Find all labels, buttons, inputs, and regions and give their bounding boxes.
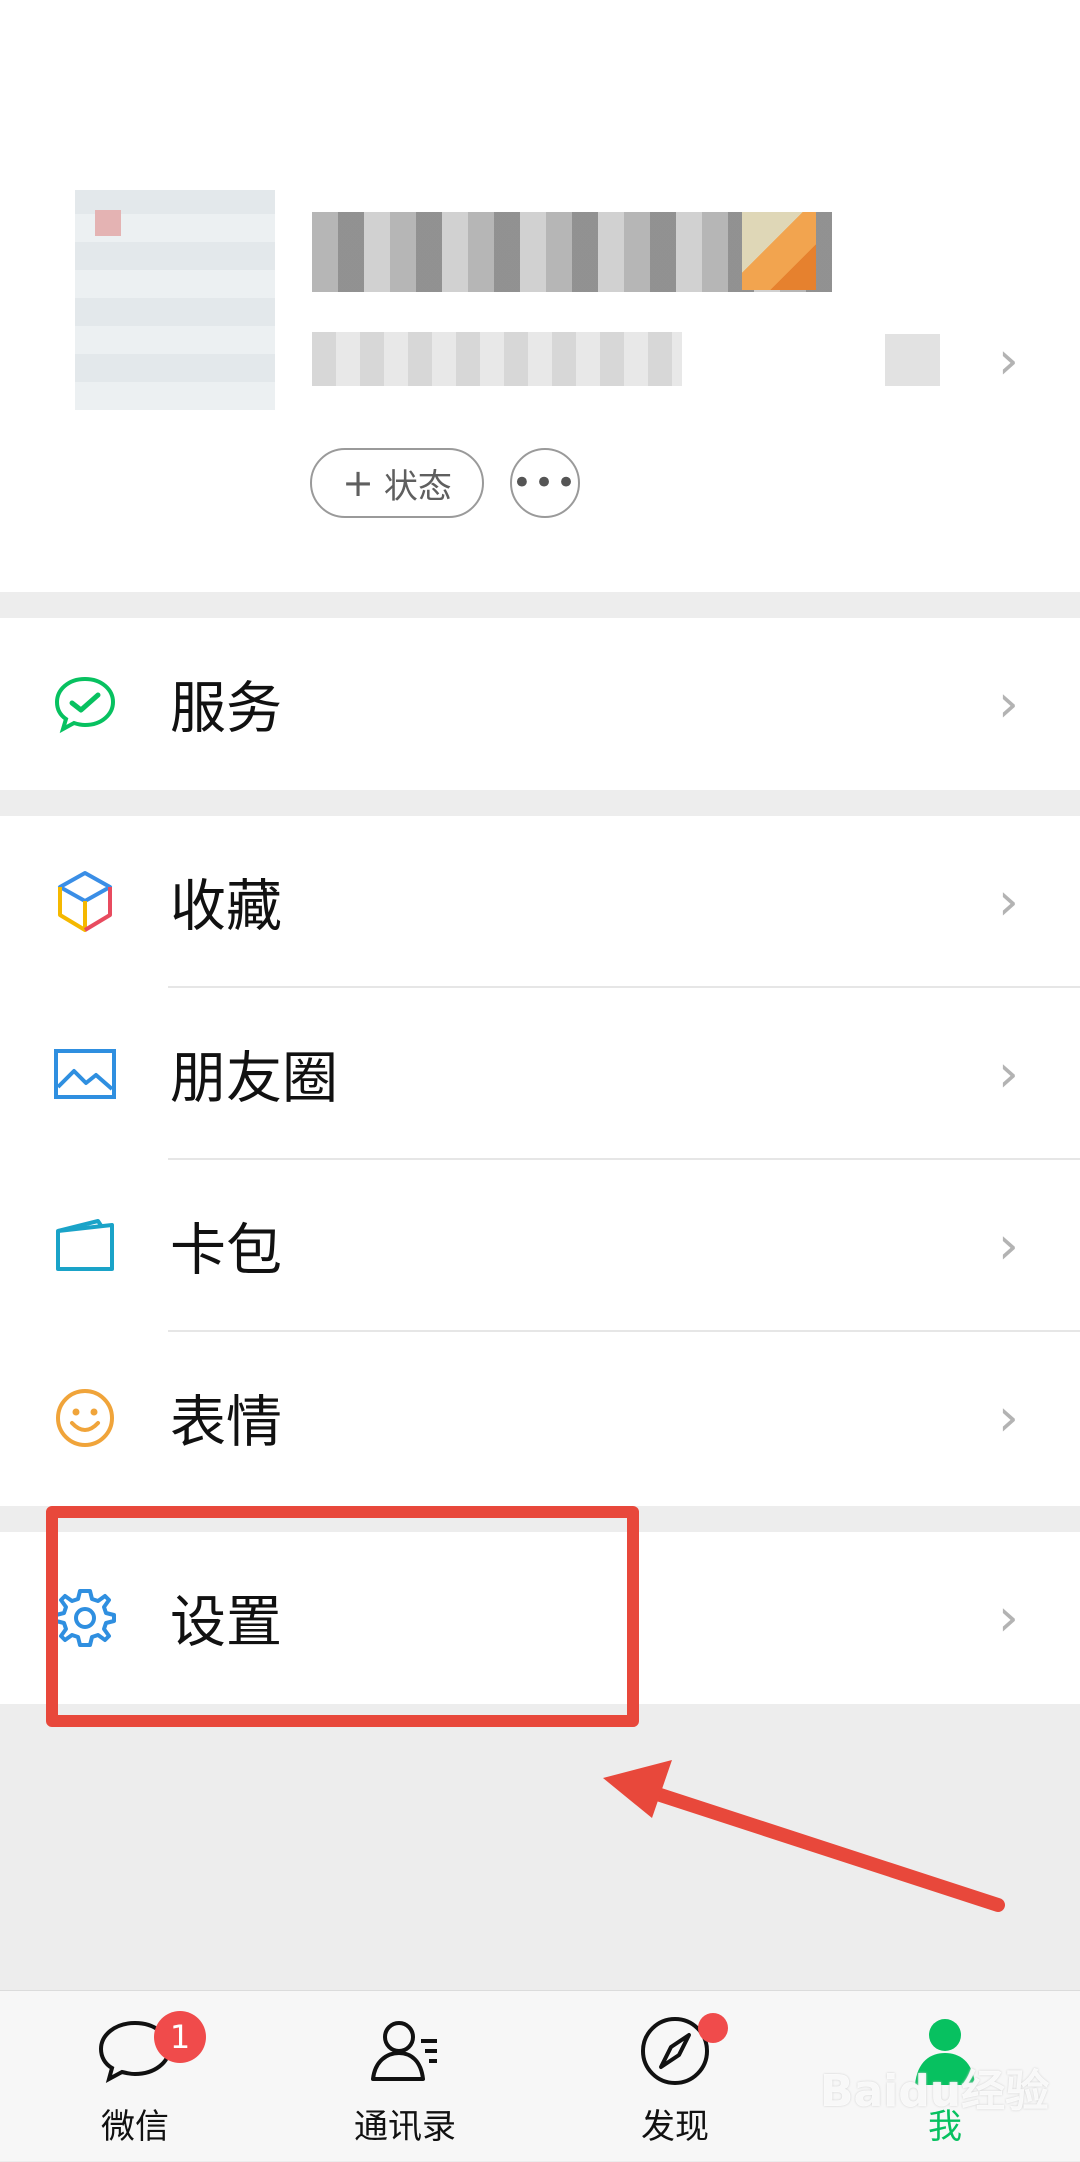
favorites-cube-icon [58, 871, 112, 932]
menu-item-label: 朋友圈 [170, 1046, 338, 1112]
card-wallet-icon [56, 1219, 114, 1271]
highlight-box [46, 1506, 639, 1727]
more-button[interactable]: ••• [510, 448, 580, 518]
profile-name-emoji-blurred [742, 212, 816, 290]
smiley-icon [56, 1389, 114, 1447]
chevron-right-icon: › [998, 674, 1019, 734]
menu-item-label: 表情 [170, 1390, 282, 1456]
chevron-right-icon: › [998, 1588, 1019, 1648]
chevron-right-icon: › [998, 331, 1019, 391]
tab-contacts[interactable]: 通讯录 [270, 1991, 540, 2162]
menu-item-favorites[interactable]: 收藏 › [0, 816, 1080, 988]
add-status-button[interactable]: + 状态 [310, 448, 484, 518]
menu-item-stickers[interactable]: 表情 › [0, 1332, 1080, 1504]
tab-discover[interactable]: 发现 [540, 1991, 810, 2162]
menu-item-label: 卡包 [170, 1218, 282, 1284]
chevron-right-icon: › [998, 1044, 1019, 1104]
menu-item-moments[interactable]: 朋友圈 › [0, 988, 1080, 1160]
chevron-right-icon: › [998, 872, 1019, 932]
menu-item-label: 服务 [170, 676, 282, 742]
tab-label: 发现 [641, 2107, 709, 2147]
contacts-icon [371, 2021, 437, 2081]
tab-chats[interactable]: 1 微信 [0, 1991, 270, 2162]
new-content-dot [698, 2013, 728, 2043]
menu-item-label: 收藏 [170, 874, 282, 940]
menu-item-cards[interactable]: 卡包 › [0, 1160, 1080, 1332]
chevron-right-icon: › [998, 1216, 1019, 1276]
watermark: Baidu经验 [820, 2066, 1050, 2117]
plus-icon: + [342, 461, 374, 505]
tab-label: 微信 [101, 2107, 169, 2147]
more-dots-icon: ••• [511, 463, 579, 503]
service-icon [54, 676, 116, 734]
tab-label: 通讯录 [354, 2107, 456, 2147]
profile-header[interactable]: › + 状态 ••• [0, 0, 1080, 592]
profile-id-blurred [312, 332, 682, 386]
qr-code-icon[interactable] [885, 334, 940, 386]
section-service: 服务 › [0, 618, 1080, 790]
section-main: 收藏 › 朋友圈 › 卡包 › 表情 › [0, 816, 1080, 1506]
unread-badge: 1 [154, 2011, 206, 2063]
menu-item-service[interactable]: 服务 › [0, 618, 1080, 790]
avatar-detail [95, 210, 121, 236]
status-label: 状态 [383, 466, 452, 507]
chevron-right-icon: › [998, 1388, 1019, 1448]
moments-picture-icon [54, 1049, 116, 1099]
